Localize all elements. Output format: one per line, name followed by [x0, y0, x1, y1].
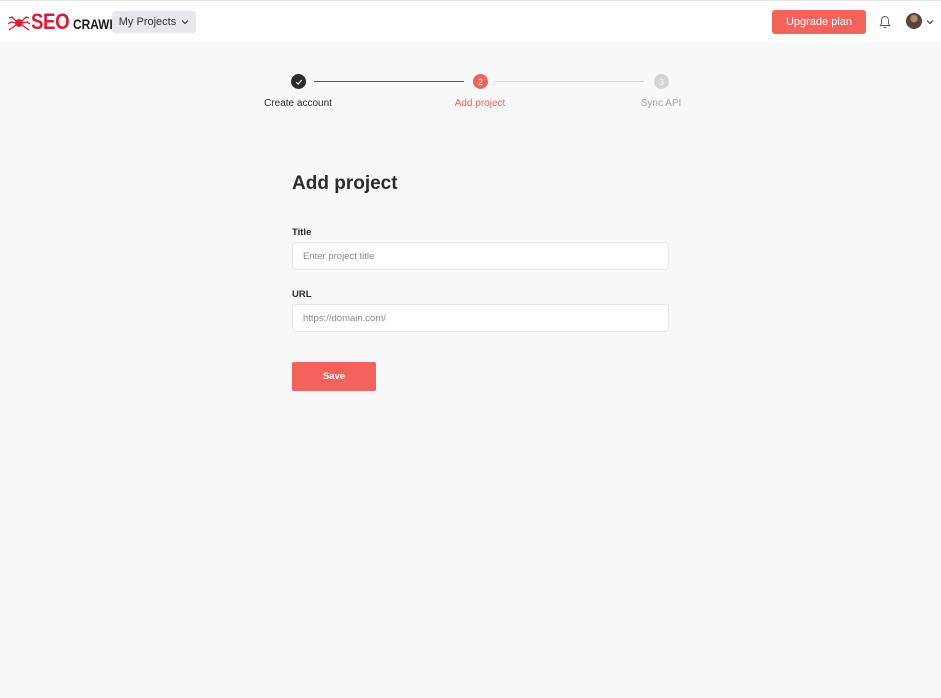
top-navigation-bar: SEO CRAWL My Projects Upgrade plan [0, 0, 941, 42]
seocrawl-logo[interactable]: SEO CRAWL [8, 11, 124, 33]
my-projects-label: My Projects [118, 16, 177, 28]
url-field-label: URL [292, 289, 312, 300]
step-3-indicator: 3 [654, 74, 669, 89]
step-connector-1 [314, 81, 464, 82]
step-1-indicator [291, 74, 306, 89]
chevron-down-icon [181, 20, 189, 25]
check-icon [295, 79, 302, 85]
save-button[interactable]: Save [292, 362, 376, 391]
bell-icon[interactable] [879, 15, 891, 29]
step-1-label: Create account [264, 98, 332, 109]
page-title: Add project [292, 173, 398, 194]
title-field-label: Title [292, 227, 312, 238]
step-2-label: Add project [454, 98, 506, 109]
my-projects-dropdown[interactable]: My Projects [112, 11, 196, 33]
project-title-input[interactable] [292, 242, 669, 270]
project-url-input[interactable] [292, 304, 669, 332]
step-3-label: Sync API [640, 98, 682, 109]
spider-logo-icon [8, 16, 30, 31]
upgrade-plan-button[interactable]: Upgrade plan [772, 10, 866, 34]
user-avatar[interactable] [906, 13, 922, 29]
step-connector-2 [494, 81, 644, 82]
chevron-down-icon[interactable] [926, 18, 934, 26]
logo-crawl-text: CRAWL [72, 16, 117, 32]
step-2-indicator: 2 [473, 74, 488, 89]
logo-seo-text: SEO [31, 9, 70, 34]
